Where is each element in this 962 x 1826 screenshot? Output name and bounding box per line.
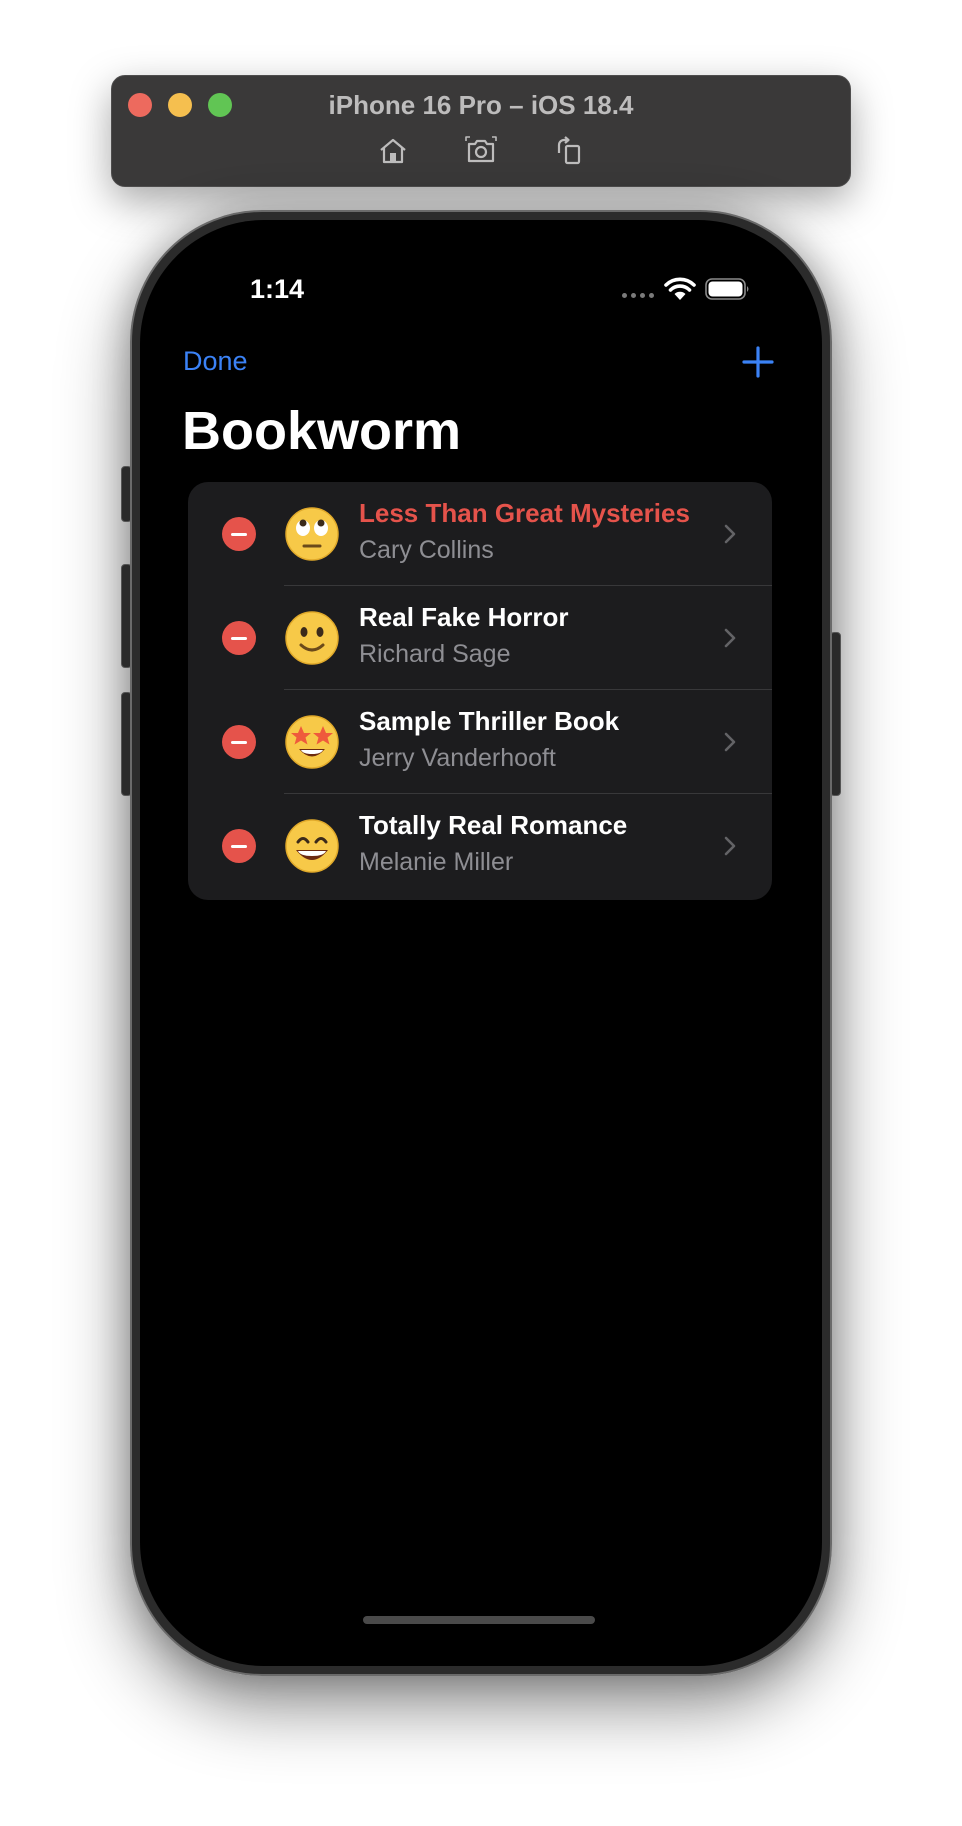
face-with-rolling-eyes-icon: [284, 506, 340, 562]
book-title: Real Fake Horror: [359, 602, 569, 632]
simulator-title: iPhone 16 Pro – iOS 18.4: [328, 90, 634, 120]
cellular-signal-icon: [622, 293, 654, 298]
chevron-right-icon: [724, 836, 736, 856]
phone-screen: 1:14 Done Bookworm Less Than Great Myste…: [140, 220, 822, 1666]
battery-icon: [705, 278, 749, 300]
book-title: Sample Thriller Book: [359, 706, 620, 736]
done-button[interactable]: Done: [183, 346, 248, 377]
home-indicator[interactable]: [363, 1616, 595, 1624]
minus-icon: [231, 636, 247, 640]
book-list: Less Than Great Mysteries Cary Collins R…: [188, 482, 772, 900]
book-row[interactable]: Real Fake Horror Richard Sage: [188, 586, 772, 690]
phone-frame: 1:14 Done Bookworm Less Than Great Myste…: [130, 210, 832, 1676]
book-row[interactable]: Sample Thriller Book Jerry Vanderhooft: [188, 690, 772, 794]
grinning-face-with-smiling-eyes-icon: [284, 818, 340, 874]
book-row[interactable]: Less Than Great Mysteries Cary Collins: [188, 482, 772, 586]
plus-icon: [742, 346, 774, 378]
delete-button[interactable]: [222, 829, 256, 863]
book-author: Jerry Vanderhooft: [359, 744, 556, 772]
star-struck-icon: [284, 714, 340, 770]
book-author: Richard Sage: [359, 640, 511, 668]
home-icon[interactable]: [376, 134, 410, 168]
minus-icon: [231, 844, 247, 848]
book-author: Cary Collins: [359, 536, 494, 564]
minus-icon: [231, 740, 247, 744]
chevron-right-icon: [724, 628, 736, 648]
book-title: Less Than Great Mysteries: [359, 498, 690, 528]
add-book-button[interactable]: [740, 344, 776, 380]
chevron-right-icon: [724, 524, 736, 544]
status-time: 1:14: [250, 274, 305, 304]
book-row[interactable]: Totally Real Romance Melanie Miller: [188, 794, 772, 898]
minus-icon: [231, 532, 247, 536]
delete-button[interactable]: [222, 621, 256, 655]
slightly-smiling-face-icon: [284, 610, 340, 666]
rotate-icon[interactable]: [552, 134, 586, 168]
wifi-icon: [664, 277, 696, 300]
simulator-toolbar: [112, 134, 850, 168]
book-author: Melanie Miller: [359, 848, 514, 876]
simulator-title-bar: iPhone 16 Pro – iOS 18.4: [111, 75, 851, 187]
page-title: Bookworm: [182, 401, 462, 461]
book-title: Totally Real Romance: [359, 810, 628, 840]
screenshot-icon[interactable]: [464, 134, 498, 168]
chevron-right-icon: [724, 732, 736, 752]
delete-button[interactable]: [222, 517, 256, 551]
delete-button[interactable]: [222, 725, 256, 759]
